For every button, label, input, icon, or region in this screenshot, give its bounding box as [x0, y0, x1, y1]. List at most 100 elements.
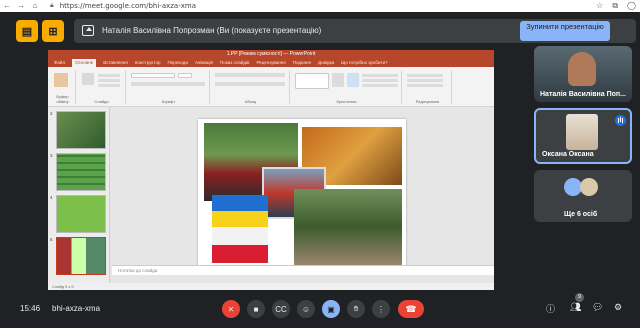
ppt-ribbon: Буфер обміну Слайди Шрифт Абзац Кресленн…: [48, 67, 494, 107]
ribbon-group-label: Креслення: [336, 99, 357, 104]
ppt-tab[interactable]: Файл: [54, 59, 65, 67]
slide-thumb-5[interactable]: [56, 237, 106, 275]
slide-photo-horse-cart: [294, 189, 402, 265]
ppt-tab[interactable]: Переходи: [167, 59, 187, 67]
stop-presenting-button[interactable]: Зупинити презентацію: [520, 21, 610, 41]
presentation-banner: ▤ ⊞ Наталія Василівна Попрозман (Ви (пок…: [6, 17, 636, 43]
slide-photo-ukraine-flag: [212, 195, 268, 227]
ppt-tab[interactable]: Рецензування: [256, 59, 285, 67]
ribbon-group-label: Буфер обміну: [56, 94, 69, 104]
ppt-tab[interactable]: Показ слайдів: [220, 59, 249, 67]
thumb-number: 4: [50, 195, 53, 200]
back-icon[interactable]: ←: [0, 0, 14, 12]
shared-screen: 1.PP [Режим сумісності] — PowerPoint Фай…: [48, 50, 494, 290]
participant-tile-oksana[interactable]: Оксана Оксана: [534, 108, 632, 164]
mic-off-icon[interactable]: ✕: [222, 300, 240, 318]
layout-option[interactable]: [98, 74, 120, 77]
people-count-badge: 9: [575, 293, 584, 302]
participant-name: Ще 6 осіб: [564, 211, 598, 218]
lock-icon[interactable]: 🔒︎: [50, 2, 54, 10]
shape-outline-option[interactable]: [362, 79, 398, 82]
slide-thumb-4[interactable]: [56, 195, 106, 233]
current-slide[interactable]: [198, 119, 406, 267]
home-icon[interactable]: ⌂: [28, 0, 42, 12]
raise-hand-icon[interactable]: ✋︎: [347, 300, 365, 318]
leave-call-button[interactable]: ☎︎: [398, 300, 424, 318]
ribbon-group-drawing: Креслення: [292, 70, 402, 104]
slide-thumbnails: 2 3 4 5: [48, 107, 110, 283]
profile-icon[interactable]: ◯: [627, 0, 636, 12]
participant-name: Оксана Оксана: [542, 151, 594, 158]
ribbon-group-label: Редагування: [415, 99, 440, 104]
arrange-icon[interactable]: [332, 73, 344, 87]
participant-video: [568, 52, 596, 86]
ppt-tab[interactable]: Анімація: [195, 59, 213, 67]
speaking-indicator-icon: [615, 115, 626, 126]
chat-lock-icon[interactable]: ▤: [16, 20, 38, 42]
presenting-bar: Наталія Василівна Попрозман (Ви (показує…: [74, 19, 636, 43]
new-slide-icon[interactable]: [82, 73, 94, 85]
ppt-tab[interactable]: Подання: [293, 59, 311, 67]
browser-toolbar: ← → ⌂ 🔒︎ https://meet.google.com/bhi-axz…: [0, 0, 640, 12]
ribbon-group-clipboard: Буфер обміну: [50, 70, 76, 104]
shapes-gallery[interactable]: [295, 73, 329, 89]
collections-icon[interactable]: ⧉: [612, 0, 618, 12]
meet-window: ← → ⌂ 🔒︎ https://meet.google.com/bhi-axz…: [0, 0, 640, 328]
select-option[interactable]: [407, 84, 443, 87]
participant-tile-others[interactable]: Ще 6 осіб: [534, 170, 632, 222]
ribbon-group-paragraph: Абзац: [212, 70, 290, 104]
star-icon[interactable]: ☆: [596, 0, 603, 12]
thumb-number: 3: [50, 153, 53, 158]
thumb-number: 2: [50, 111, 53, 116]
activities-icon[interactable]: ⊞: [42, 20, 64, 42]
participant-tile-presenter[interactable]: Наталія Василівна Поп...: [534, 46, 632, 102]
emoji-icon[interactable]: ☺: [297, 300, 315, 318]
camera-icon[interactable]: ■: [247, 300, 265, 318]
font-name-select[interactable]: [131, 73, 175, 78]
reset-option[interactable]: [98, 79, 120, 82]
slide-thumb-3[interactable]: [56, 153, 106, 191]
ppt-workspace: 2 3 4 5 Нотатки до слайда: [48, 107, 494, 283]
ppt-tab[interactable]: Основне: [72, 59, 97, 67]
meet-control-bar: 15:46 bhi-axza-xma ✕ ■ CC ☺ ▣ ✋︎ ⋮ ☎︎ ⓘ …: [0, 294, 640, 328]
captions-icon[interactable]: CC: [272, 300, 290, 318]
shape-effects-option[interactable]: [362, 84, 398, 87]
shape-fill-option[interactable]: [362, 74, 398, 77]
ppt-ribbon-tabs: Файл Основне Вставлення Конструктор Переходи…: [48, 59, 494, 67]
more-options-icon[interactable]: ⋮: [372, 300, 390, 318]
font-format-buttons[interactable]: [131, 82, 205, 86]
replace-option[interactable]: [407, 79, 443, 82]
meeting-clock: 15:46: [20, 304, 41, 313]
slide-notes[interactable]: Нотатки до слайда: [112, 265, 494, 275]
forward-icon[interactable]: →: [14, 0, 28, 12]
ribbon-group-label: Абзац: [244, 99, 257, 104]
ppt-tab[interactable]: Конструктор: [135, 59, 161, 67]
font-size-select[interactable]: [178, 73, 192, 78]
align-buttons[interactable]: [215, 82, 285, 86]
ribbon-group-label: Слайди: [94, 99, 109, 104]
ribbon-group-editing: Редагування: [404, 70, 452, 104]
quick-styles-icon[interactable]: [347, 73, 359, 87]
ppt-window-title: 1.PP [Режим сумісності] — PowerPoint: [48, 50, 494, 59]
participant-video: [566, 114, 598, 150]
people-icon[interactable]: 👥︎: [570, 302, 581, 313]
address-bar[interactable]: https://meet.google.com/bhi-axza-xma: [60, 2, 196, 10]
activities-icon[interactable]: ⚙: [614, 302, 622, 313]
participant-name: Наталія Василівна Поп...: [540, 91, 626, 98]
avatar: [580, 178, 598, 196]
present-screen-icon: [82, 25, 94, 36]
ppt-tab[interactable]: Довідка: [318, 59, 334, 67]
ribbon-group-font: Шрифт: [128, 70, 210, 104]
ppt-tab[interactable]: Вставлення: [103, 59, 128, 67]
slide-photo-poland-flag: [212, 227, 268, 263]
list-buttons[interactable]: [215, 73, 285, 77]
slide-thumb-2[interactable]: [56, 111, 106, 149]
chat-icon[interactable]: 💬︎: [592, 302, 603, 313]
paste-icon[interactable]: [54, 73, 68, 87]
section-option[interactable]: [98, 84, 120, 87]
find-option[interactable]: [407, 74, 443, 77]
meeting-code: bhi-axza-xma: [52, 304, 101, 313]
present-now-icon[interactable]: ▣: [322, 300, 340, 318]
ppt-tab[interactable]: Що потрібно зробити?: [341, 59, 387, 67]
meeting-details-icon[interactable]: ⓘ: [546, 302, 555, 315]
